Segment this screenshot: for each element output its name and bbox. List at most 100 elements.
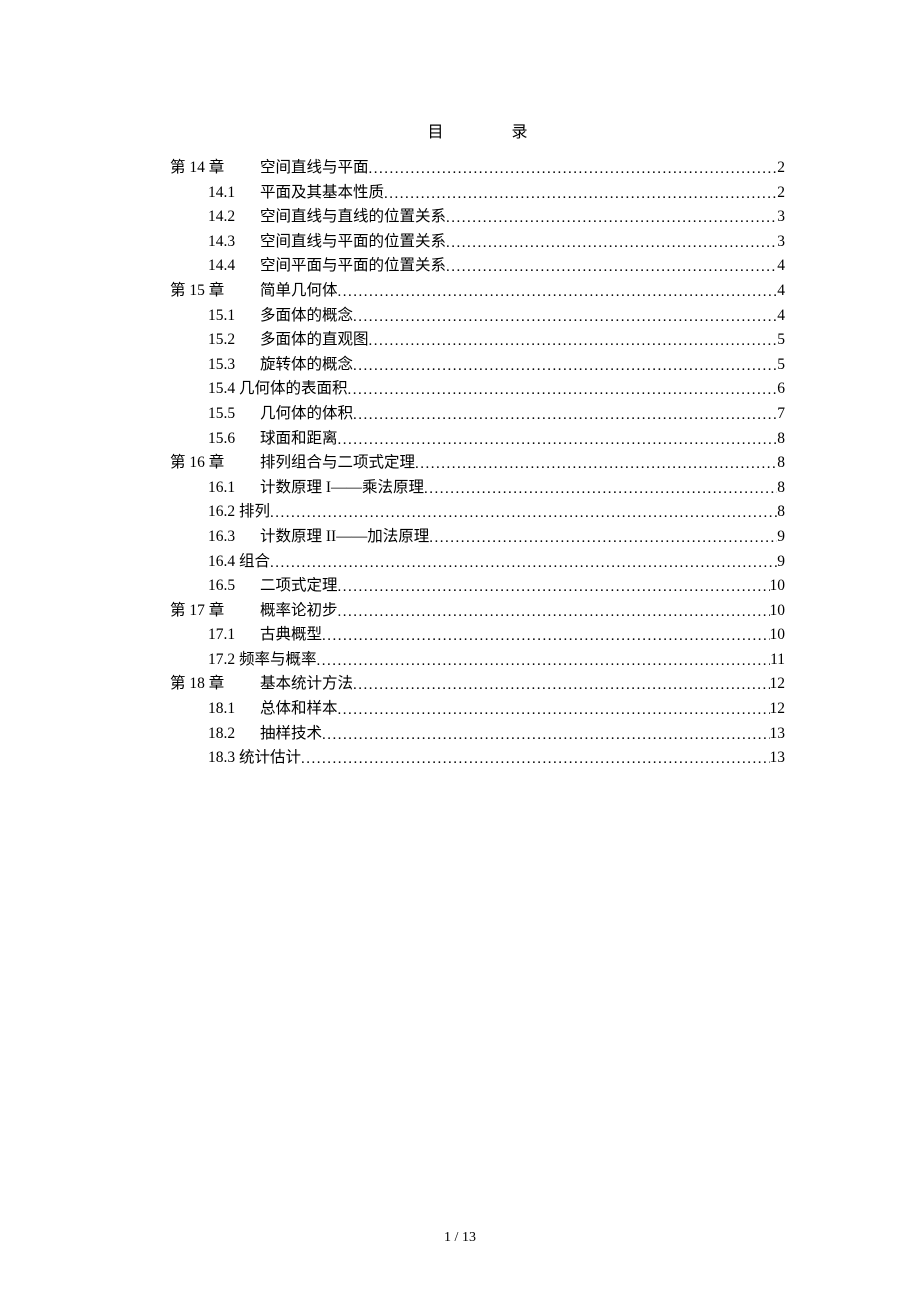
toc-entry[interactable]: 15.4 几何体的表面积 6 [170,377,785,402]
toc-entry[interactable]: 第 17 章概率论初步 10 [170,599,785,624]
toc-entry[interactable]: 18.2抽样技术13 [170,722,785,747]
toc-entry[interactable]: 15.5几何体的体积7 [170,402,785,427]
toc-leader-dots [384,183,777,207]
toc-entry-label: 18.1 [208,697,260,721]
toc-entry[interactable]: 14.1平面及其基本性质 2 [170,181,785,206]
toc-leader-dots [353,674,769,698]
toc-entry-label: 14.2 [208,205,260,229]
toc-leader-dots [429,527,777,551]
toc-leader-dots [369,330,778,354]
toc-entry[interactable]: 15.6球面和距离 8 [170,427,785,452]
toc-leader-dots [348,379,778,403]
heading-char-2: 录 [512,124,528,141]
toc-entry-label: 15.2 [208,328,260,352]
toc-entry-page: 8 [777,500,785,524]
toc-entry[interactable]: 18.3 统计估计 13 [170,746,785,771]
toc-entry[interactable]: 15.2多面体的直观图5 [170,328,785,353]
toc-leader-dots [317,650,771,674]
toc-leader-dots [338,281,778,305]
toc-entry-label: 14.3 [208,230,260,254]
toc-entry-page: 12 [770,672,786,696]
toc-entry[interactable]: 15.3旋转体的概念5 [170,353,785,378]
toc-entry-title: 平面及其基本性质 [260,181,384,205]
toc-leader-dots [369,158,778,182]
toc-entry[interactable]: 16.2 排列 8 [170,500,785,525]
toc-entry-title: 球面和距离 [260,427,338,451]
toc-entry-title: 空间直线与直线的位置关系 [260,205,446,229]
toc-entry-page: 4 [777,279,785,303]
toc-leader-dots [415,453,777,477]
toc-entry[interactable]: 14.3空间直线与平面的位置关系3 [170,230,785,255]
heading-char-1: 目 [427,124,443,141]
toc-entry-page: 6 [777,377,785,401]
toc-entry-page: 10 [770,574,786,598]
toc-entry[interactable]: 第 18 章基本统计方法 12 [170,672,785,697]
toc-leader-dots [322,724,769,748]
toc-entry[interactable]: 第 14 章空间直线与平面2 [170,156,785,181]
toc-entry-label: 第 17 章 [170,599,260,623]
toc-entry-label: 第 18 章 [170,672,260,696]
toc-entry-label: 第 15 章 [170,279,260,303]
toc-entry-label: 16.5 [208,574,260,598]
toc-entry-label: 17.2 频率与概率 [208,648,317,672]
toc-entry[interactable]: 14.4空间平面与平面的位置关系4 [170,254,785,279]
page-footer: 1 / 13 [0,1230,920,1246]
toc-entry-page: 10 [770,599,786,623]
toc-entry-title: 基本统计方法 [260,672,353,696]
toc-entry-page: 5 [777,353,785,377]
toc-entry-page: 9 [777,525,785,549]
toc-entry-label: 16.3 [208,525,260,549]
toc-entry-page: 2 [777,156,785,180]
toc-entry-page: 8 [777,427,785,451]
table-of-contents: 第 14 章空间直线与平面214.1平面及其基本性质214.2空间直线与直线的位… [170,156,785,771]
toc-entry-title: 简单几何体 [260,279,338,303]
toc-entry-label: 14.4 [208,254,260,278]
toc-entry-page: 3 [777,230,785,254]
toc-entry[interactable]: 16.3计数原理 II——加法原理 9 [170,525,785,550]
toc-entry-title: 排列组合与二项式定理 [260,451,415,475]
toc-entry-title: 概率论初步 [260,599,338,623]
toc-entry-page: 8 [777,476,785,500]
toc-entry-page: 10 [770,623,786,647]
toc-entry[interactable]: 14.2空间直线与直线的位置关系3 [170,205,785,230]
toc-entry-label: 16.4 组合 [208,550,270,574]
toc-entry-label: 第 14 章 [170,156,260,180]
toc-entry[interactable]: 17.2 频率与概率 11 [170,648,785,673]
toc-leader-dots [338,699,770,723]
toc-leader-dots [338,576,770,600]
toc-leader-dots [446,232,777,256]
toc-entry-label: 14.1 [208,181,260,205]
toc-entry[interactable]: 16.1计数原理 I——乘法原理 8 [170,476,785,501]
toc-leader-dots [270,502,777,526]
toc-leader-dots [446,256,777,280]
toc-entry-label: 18.3 统计估计 [208,746,301,770]
toc-entry-title: 古典概型 [260,623,322,647]
toc-leader-dots [338,601,770,625]
toc-entry-label: 15.6 [208,427,260,451]
toc-leader-dots [322,625,769,649]
toc-entry[interactable]: 第 16 章排列组合与二项式定理8 [170,451,785,476]
toc-entry[interactable]: 15.1多面体的概念4 [170,304,785,329]
toc-entry[interactable]: 17.1古典概型 10 [170,623,785,648]
toc-entry-page: 2 [777,181,785,205]
toc-entry[interactable]: 18.1总体和样本12 [170,697,785,722]
toc-entry-label: 15.5 [208,402,260,426]
toc-entry-page: 7 [777,402,785,426]
toc-entry-title: 空间平面与平面的位置关系 [260,254,446,278]
toc-entry-title: 多面体的直观图 [260,328,369,352]
toc-entry[interactable]: 16.4 组合9 [170,550,785,575]
toc-entry-title: 旋转体的概念 [260,353,353,377]
toc-entry-title: 二项式定理 [260,574,338,598]
toc-leader-dots [338,429,778,453]
toc-entry[interactable]: 16.5二项式定理 10 [170,574,785,599]
toc-entry-title: 计数原理 II——加法原理 [260,525,429,549]
toc-entry-label: 17.1 [208,623,260,647]
toc-entry-label: 15.1 [208,304,260,328]
toc-leader-dots [424,478,777,502]
toc-entry[interactable]: 第 15 章简单几何体 4 [170,279,785,304]
footer-current-page: 1 [444,1230,451,1245]
toc-entry-page: 13 [770,722,786,746]
toc-entry-label: 16.2 排列 [208,500,270,524]
toc-entry-title: 抽样技术 [260,722,322,746]
toc-entry-label: 15.4 几何体的表面积 [208,377,348,401]
